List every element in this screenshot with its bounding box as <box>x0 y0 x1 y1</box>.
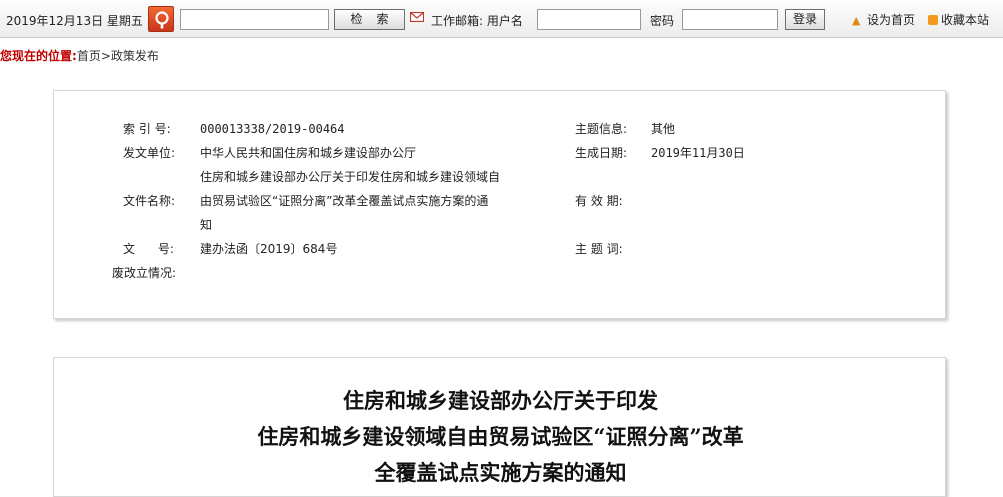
breadcrumb: 您现在的位置:首页>政策发布 <box>0 47 159 64</box>
mail-icon <box>410 12 424 22</box>
username-field[interactable] <box>537 9 641 30</box>
set-home-link[interactable]: ▲ 设为首页 <box>852 11 915 28</box>
issuer-label: 发文单位: <box>123 146 176 160</box>
current-date: 2019年12月13日 星期五 <box>6 14 143 28</box>
password-field[interactable] <box>682 9 778 30</box>
article-panel: 住房和城乡建设部办公厅关于印发 住房和城乡建设领域自由贸易试验区“证照分离”改革… <box>53 357 946 497</box>
doc-name-line2: 由贸易试验区“证照分离”改革全覆盖试点实施方案的通 <box>200 194 489 208</box>
article-title-line2: 住房和城乡建设领域自由贸易试验区“证照分离”改革 <box>257 424 744 449</box>
validity-label: 有 效 期: <box>575 194 623 208</box>
keywords-label: 主 题 词: <box>575 242 623 256</box>
search-icon[interactable] <box>148 6 174 32</box>
rss-icon <box>928 15 938 25</box>
breadcrumb-home[interactable]: 首页 <box>77 49 101 63</box>
doc-name-line1: 住房和城乡建设部办公厅关于印发住房和城乡建设领域自 <box>200 170 501 184</box>
date-value: 2019年11月30日 <box>651 146 745 160</box>
search-button[interactable]: 检索 <box>334 9 405 30</box>
abolish-label: 废改立情况: <box>112 266 177 280</box>
password-label: 密码 <box>650 14 675 28</box>
doc-number-label: 文 号: <box>123 242 174 256</box>
doc-name-line3: 知 <box>200 218 213 232</box>
topic-value: 其他 <box>651 122 676 136</box>
topic-label: 主题信息: <box>575 122 628 136</box>
location-label: 您现在的位置: <box>0 49 77 63</box>
breadcrumb-separator: > <box>100 49 111 63</box>
article-title-line1: 住房和城乡建设部办公厅关于印发 <box>343 388 658 413</box>
index-label: 索 引 号: <box>123 122 171 136</box>
bookmark-label: 收藏本站 <box>941 13 990 27</box>
set-home-label: 设为首页 <box>867 13 916 27</box>
document-meta-panel: 索 引 号: 000013338/2019-00464 主题信息: 其他 发文单… <box>53 90 946 319</box>
breadcrumb-policy[interactable]: 政策发布 <box>111 49 159 63</box>
doc-name-label: 文件名称: <box>123 194 176 208</box>
search-input[interactable] <box>180 9 329 30</box>
index-value: 000013338/2019-00464 <box>200 122 345 136</box>
issuer-value: 中华人民共和国住房和城乡建设部办公厅 <box>200 146 417 160</box>
bookmark-link[interactable]: 收藏本站 <box>928 11 989 28</box>
home-icon: ▲ <box>852 14 861 27</box>
work-mail-label: 工作邮箱: 用户名 <box>431 14 523 28</box>
article-title: 住房和城乡建设部办公厅关于印发 住房和城乡建设领域自由贸易试验区“证照分离”改革… <box>54 383 947 491</box>
doc-number-value: 建办法函〔2019〕684号 <box>200 242 338 256</box>
date-label: 生成日期: <box>575 146 628 160</box>
top-toolbar: 2019年12月13日 星期五 检索 工作邮箱: 用户名 密码 登录 ▲ 设为首页… <box>0 0 1003 38</box>
login-button[interactable]: 登录 <box>785 9 825 30</box>
